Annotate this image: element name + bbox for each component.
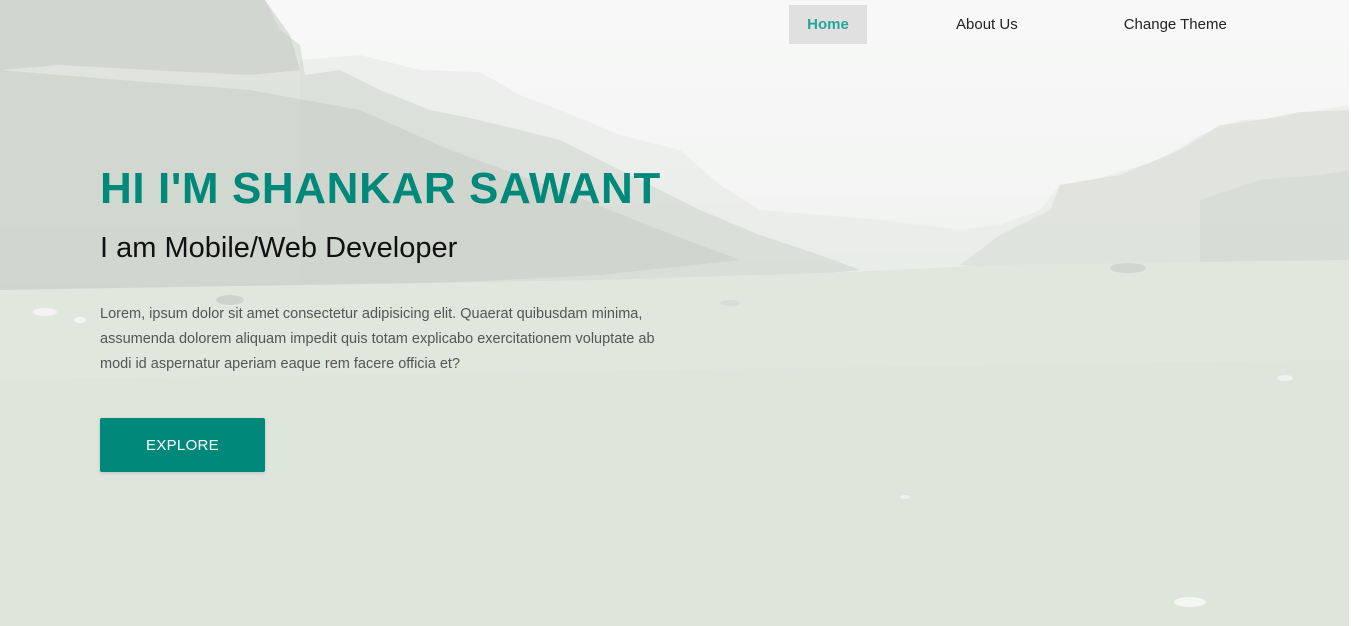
top-navigation: Home About Us Change Theme [789,5,1227,44]
hero-content: HI I'M SHANKAR SAWANT I am Mobile/Web De… [100,160,700,377]
explore-button[interactable]: EXPLORE [100,418,265,472]
hero-description: Lorem, ipsum dolor sit amet consectetur … [100,306,655,372]
hero-subtitle: I am Mobile/Web Developer [100,232,458,264]
nav-about-us-link[interactable]: About Us [956,5,1018,44]
nav-change-theme-link[interactable]: Change Theme [1124,5,1227,44]
hero-section: Home About Us Change Theme HI I'M SHANKA… [0,0,1351,626]
nav-home-link[interactable]: Home [789,5,867,44]
hero-title: HI I'M SHANKAR SAWANT [100,164,661,213]
